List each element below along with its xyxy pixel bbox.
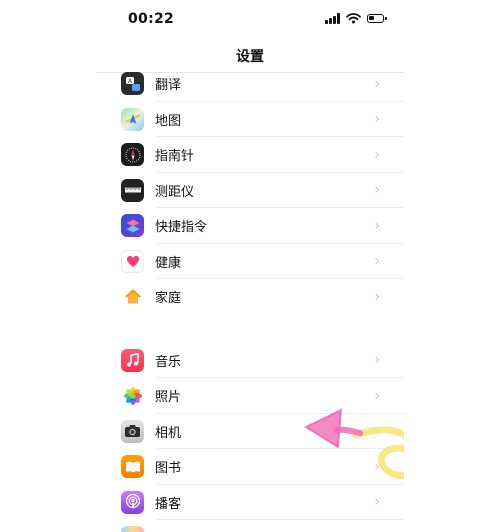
settings-row-music[interactable]: 音乐 › [96, 343, 404, 378]
chevron-right-icon: › [374, 182, 380, 199]
row-label: 快捷指令 [155, 220, 208, 236]
translate-icon: A [121, 72, 144, 96]
row-label: 翻译 [155, 78, 182, 94]
cellular-signal-icon [325, 13, 340, 24]
shortcuts-icon [121, 214, 144, 238]
settings-row-compass[interactable]: 指南针 › [96, 137, 404, 173]
annotation-arrow-drawing [303, 408, 404, 479]
phone-screen: 00:22 设置 A 翻译 › 地图 › 指南针 › 测距仪 › 快捷指令 › … [96, 0, 404, 532]
settings-row-maps[interactable]: 地图 › [96, 102, 404, 137]
chevron-right-icon: › [374, 111, 380, 128]
chevron-right-icon: › [374, 352, 380, 369]
row-label: 照片 [155, 390, 182, 406]
row-label: 指南针 [155, 149, 195, 165]
chevron-right-icon: › [374, 387, 380, 404]
row-label: 地图 [155, 113, 182, 129]
measure-icon [121, 178, 144, 202]
row-label: 健康 [155, 255, 182, 271]
row-label: 播客 [155, 496, 182, 512]
settings-row-health[interactable]: 健康 › [96, 244, 404, 279]
status-bar: 00:22 [96, 0, 404, 40]
page-title: 设置 [236, 49, 264, 65]
maps-icon [121, 107, 144, 131]
battery-level [369, 16, 375, 20]
settings-row-next-partial[interactable] [96, 520, 404, 532]
settings-row-home[interactable]: 家庭 › [96, 279, 404, 315]
status-icons [325, 13, 387, 24]
photos-icon [121, 384, 144, 408]
wifi-icon [346, 13, 361, 24]
row-label: 家庭 [155, 291, 182, 307]
settings-row-shortcuts[interactable]: 快捷指令 › [96, 208, 404, 244]
music-icon [121, 348, 144, 372]
app-icon-partial [121, 526, 144, 532]
chevron-right-icon: › [374, 146, 380, 163]
chevron-right-icon: › [374, 75, 380, 92]
camera-icon [121, 419, 144, 443]
settings-row-measure[interactable]: 测距仪 › [96, 173, 404, 208]
settings-row-translate[interactable]: A 翻译 › [96, 66, 404, 102]
row-label: 测距仪 [155, 184, 195, 200]
podcasts-icon [121, 490, 144, 514]
chevron-right-icon: › [374, 217, 380, 234]
compass-icon [121, 143, 144, 167]
row-label: 相机 [155, 425, 182, 441]
status-time: 00:22 [128, 11, 175, 27]
chevron-right-icon: › [374, 253, 380, 270]
home-icon [121, 285, 144, 309]
books-icon [121, 455, 144, 479]
health-icon [121, 249, 144, 273]
row-label: 音乐 [155, 354, 182, 370]
row-label: 图书 [155, 461, 182, 477]
chevron-right-icon: › [374, 288, 380, 305]
battery-icon [367, 14, 387, 23]
section-spacer [96, 314, 404, 343]
